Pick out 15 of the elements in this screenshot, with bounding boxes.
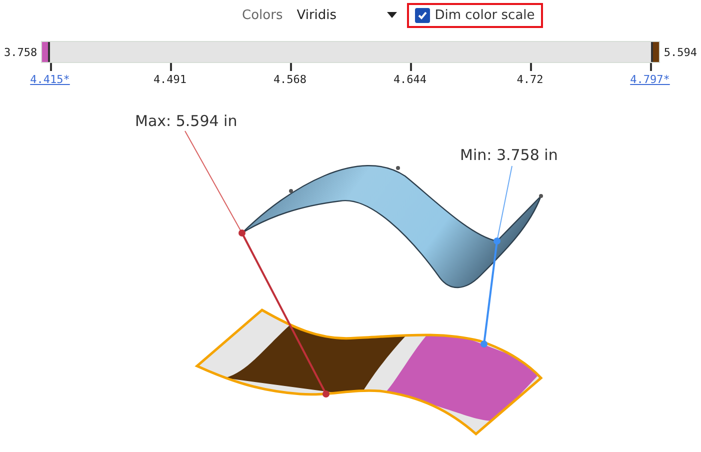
tick-label: 4.568: [273, 73, 307, 86]
scale-max-value: 5.594: [662, 46, 698, 58]
colormap-dropdown[interactable]: Viridis: [282, 8, 403, 22]
tick-link[interactable]: 4.415*: [30, 73, 70, 86]
dim-color-scale-checkbox[interactable]: Dim color scale: [406, 2, 543, 28]
caret-icon: [386, 12, 397, 18]
tick-link[interactable]: 4.797*: [630, 73, 670, 86]
tick-label: 4.491: [153, 73, 187, 86]
max-label: Max: 5.594 in: [135, 112, 238, 130]
checkmark-icon: [416, 10, 428, 20]
colors-label: Colors: [242, 8, 283, 22]
tick-label: 4.644: [393, 73, 427, 86]
tick-label: 4.72: [516, 73, 544, 86]
min-label: Min: 3.758 in: [460, 146, 558, 164]
scale-min-value: 3.758: [3, 46, 38, 58]
